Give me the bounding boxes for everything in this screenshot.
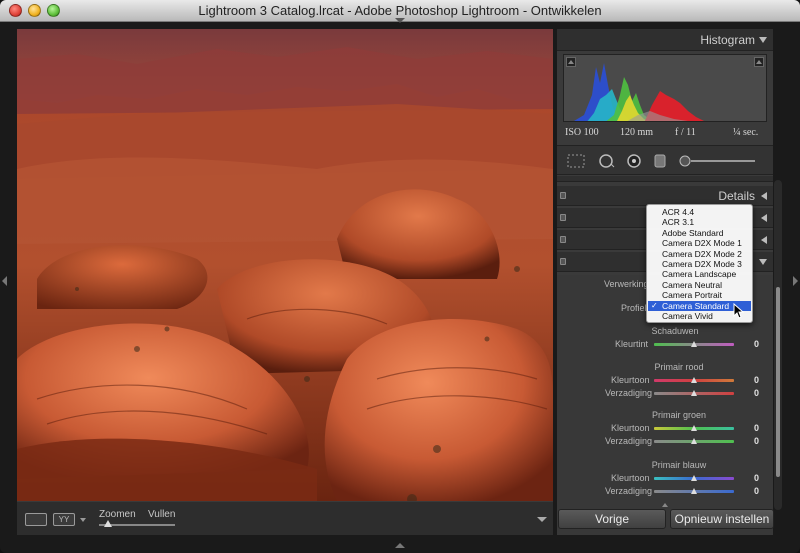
green-saturation-label: Verzadiging [605,436,653,446]
slider-knob[interactable] [691,438,697,444]
landscape-photo [17,29,553,501]
profile-option[interactable]: Camera Neutral [648,280,751,290]
slider-knob[interactable] [691,341,697,347]
calibration-toggle-switch[interactable] [560,258,566,265]
profile-option[interactable]: Camera D2X Mode 3 [648,259,751,269]
option-label: Camera Landscape [662,269,737,280]
blue-saturation-value[interactable]: 0 [754,486,759,496]
fill-label: Vullen [148,509,176,520]
shutter-speed: ¼ sec. [733,127,759,138]
adjustment-brush-icon[interactable] [677,154,757,168]
profile-option[interactable]: Camera Portrait [648,290,751,300]
highlight-clipping-icon[interactable] [754,57,764,67]
slider-knob[interactable] [691,390,697,396]
blue-primary-title: Primair blauw [651,460,707,470]
lightroom-window: Lightroom 3 Catalog.lrcat - Adobe Photos… [0,0,800,553]
option-label: Camera D2X Mode 1 [662,238,742,249]
blue-saturation-label: Verzadiging [605,486,653,496]
zoom-label: Zoomen [99,509,136,520]
mouse-cursor-icon [733,303,745,319]
shadows-tint-label: Kleurtint [615,339,649,349]
left-panel-toggle-icon[interactable] [2,276,7,286]
details-title: Details [718,189,755,203]
red-saturation-value[interactable]: 0 [754,388,759,398]
lens-toggle-switch[interactable] [560,214,566,221]
process-label: Verwerking [604,279,649,289]
details-toggle-switch[interactable] [560,192,566,199]
graduated-filter-icon[interactable] [653,154,667,168]
histogram-header[interactable]: Histogram [557,29,773,51]
collapse-triangle-icon[interactable] [759,37,767,43]
red-primary-title: Primair rood [654,362,704,372]
tool-strip [557,145,773,175]
before-after-button[interactable]: YY [53,513,75,526]
photo-preview[interactable] [17,29,553,501]
blue-hue-label: Kleurtoon [611,473,650,483]
red-saturation-label: Verzadiging [605,388,653,398]
reset-button[interactable]: Opnieuw instellen [670,509,774,529]
green-hue-label: Kleurtoon [611,423,650,433]
loupe-view-button[interactable] [25,513,47,526]
bottom-panel-toggle-icon[interactable] [395,543,405,548]
aperture: f / 11 [675,127,696,138]
iso-value: ISO 100 [565,127,599,138]
option-label: Adobe Standard [662,227,724,238]
checkmark-icon: ✓ [651,300,658,310]
option-label: Camera Standard [662,300,730,311]
profile-option[interactable]: Camera D2X Mode 2 [648,249,751,259]
effects-toggle-switch[interactable] [560,236,566,243]
red-hue-label: Kleurtoon [611,375,650,385]
expand-triangle-icon[interactable] [761,192,767,200]
option-label: Camera D2X Mode 3 [662,259,742,269]
slider-knob[interactable] [691,425,697,431]
top-panel-toggle-icon[interactable] [395,18,405,23]
option-label: ACR 3.1 [662,217,695,228]
option-label: Camera Portrait [662,290,722,301]
slider-knob[interactable] [691,377,697,383]
profile-option[interactable]: Adobe Standard [648,228,751,238]
profile-label: Profiel [621,303,647,313]
previous-button[interactable]: Vorige [558,509,666,529]
sync-menu-icon[interactable] [662,503,668,507]
spot-removal-icon[interactable] [597,154,615,168]
profile-option[interactable]: ACR 4.4 [648,207,751,217]
toolbar: YY Zoomen Vullen [17,501,553,535]
option-label: Camera Vivid [662,311,713,321]
before-after-menu-icon[interactable] [80,518,86,522]
histogram-title: Histogram [700,33,755,47]
collapse-triangle-icon[interactable] [759,259,767,265]
option-label: Camera D2X Mode 2 [662,248,742,259]
details-header[interactable]: Details [557,186,773,206]
panel-scrollbar-thumb[interactable] [776,287,780,477]
collapsed-section-edge [557,176,773,182]
green-primary-title: Primair groen [651,410,707,420]
red-eye-icon[interactable] [625,154,643,168]
profile-option[interactable]: Camera D2X Mode 1 [648,238,751,248]
focal-length: 120 mm [620,127,654,138]
shadows-tint-value[interactable]: 0 [754,339,759,349]
window-title: Lightroom 3 Catalog.lrcat - Adobe Photos… [198,3,602,18]
slider-knob[interactable] [691,488,697,494]
crop-tool-icon[interactable] [567,154,585,168]
green-saturation-value[interactable]: 0 [754,436,759,446]
expand-triangle-icon[interactable] [761,236,767,244]
zoom-slider-knob[interactable] [104,520,112,527]
expand-triangle-icon[interactable] [761,214,767,222]
profile-option[interactable]: Camera Landscape [648,269,751,279]
profile-option[interactable]: ACR 3.1 [648,217,751,227]
shadows-title: Schaduwen [651,326,699,336]
exif-info: ISO 100 120 mm f / 11 ¼ sec. [557,125,773,143]
histogram-chart [574,63,704,121]
slider-knob[interactable] [691,475,697,481]
option-label: ACR 4.4 [662,207,695,217]
shadow-clipping-icon[interactable] [566,57,576,67]
green-hue-value[interactable]: 0 [754,423,759,433]
option-label: Camera Neutral [662,279,722,290]
right-panel-toggle-icon[interactable] [793,276,798,286]
histogram-graph[interactable] [563,54,767,122]
blue-hue-value[interactable]: 0 [754,473,759,483]
red-hue-value[interactable]: 0 [754,375,759,385]
toolbar-menu-icon[interactable] [537,517,547,522]
